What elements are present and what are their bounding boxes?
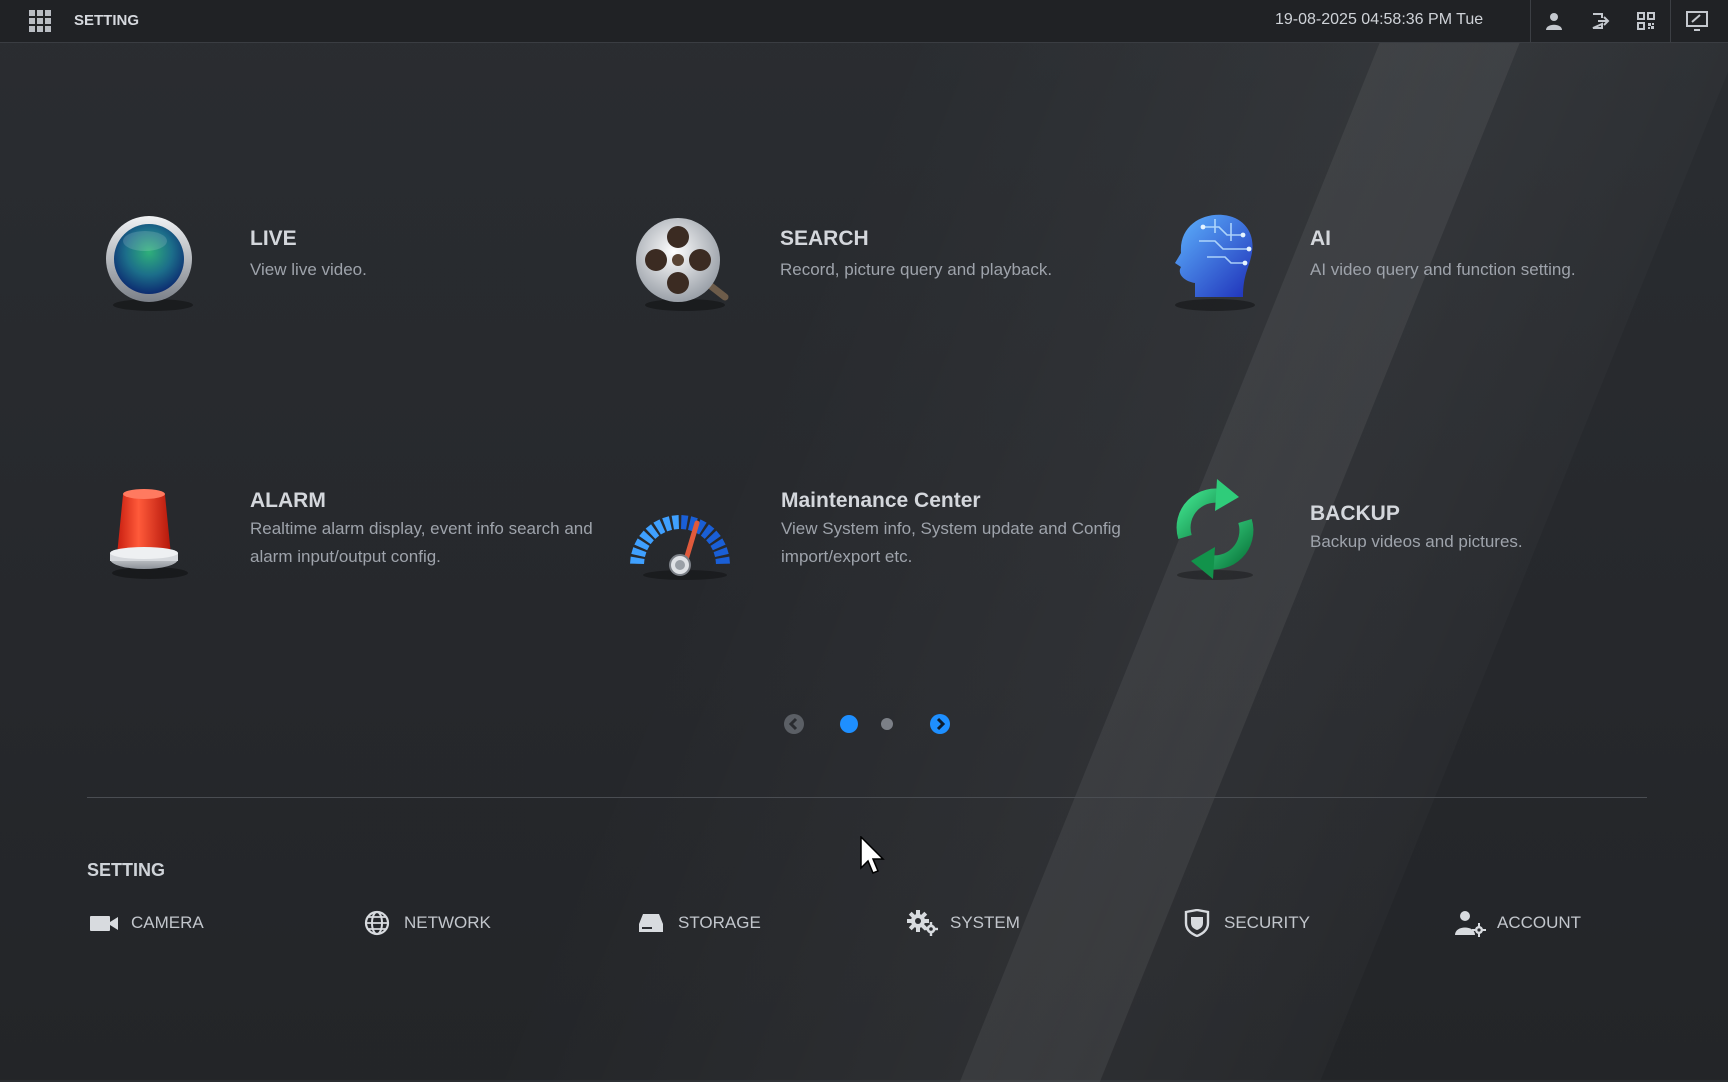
setting-label: ACCOUNT (1497, 913, 1582, 932)
user-button[interactable] (1531, 0, 1577, 42)
setting-label: STORAGE (678, 913, 761, 932)
user-icon (1546, 13, 1562, 30)
tile-description: AI video query and function setting. (1310, 260, 1576, 279)
page-dot-1-active[interactable] (840, 715, 858, 733)
mouse-cursor (860, 835, 886, 881)
gauge-tick (715, 556, 730, 564)
tile-title: SEARCH (780, 227, 869, 250)
main-menu-grid-icon[interactable] (28, 9, 52, 33)
tile-alarm[interactable]: ALARM Realtime alarm display, event info… (105, 475, 625, 605)
security-shield-icon (1180, 908, 1214, 938)
qr-code-button[interactable] (1623, 0, 1669, 42)
tile-title: BACKUP (1310, 502, 1400, 525)
backup-sync-icon (1165, 475, 1275, 585)
tile-title: Maintenance Center (781, 489, 981, 512)
speedometer-gauge-icon (625, 475, 735, 585)
tile-live[interactable]: LIVE View live video. (105, 205, 625, 335)
tile-title: ALARM (250, 489, 326, 512)
setting-label: NETWORK (404, 913, 491, 932)
setting-section-title: SETTING (87, 860, 166, 880)
logout-icon (1592, 13, 1610, 29)
account-user-gear-icon (1453, 908, 1487, 938)
setting-security[interactable]: SECURITY (1180, 906, 1310, 940)
tile-ai[interactable]: AI AI video query and function setting. (1165, 205, 1685, 335)
alarm-siren-icon (105, 475, 215, 585)
tile-title: LIVE (250, 227, 297, 250)
network-globe-icon (360, 908, 394, 938)
setting-camera[interactable]: CAMERA (87, 906, 204, 940)
logout-button[interactable] (1577, 0, 1623, 42)
next-page-button[interactable] (930, 714, 950, 734)
setting-label: CAMERA (131, 913, 204, 932)
tile-description: Realtime alarm display, event info searc… (250, 519, 593, 566)
tile-search[interactable]: SEARCH Record, picture query and playbac… (635, 205, 1155, 335)
tile-title: AI (1310, 227, 1331, 250)
page-title: SETTING (74, 12, 140, 29)
camera-icon (87, 908, 121, 938)
live-globe-icon (105, 205, 215, 315)
chevron-left-icon (788, 717, 798, 731)
tile-description: Record, picture query and playback. (780, 260, 1053, 279)
tile-description: View live video. (250, 260, 367, 279)
tile-maintenance-center[interactable]: Maintenance Center View System info, Sys… (625, 475, 1145, 605)
tile-description: View System info, System update and Conf… (781, 519, 1121, 566)
display-mode-button[interactable] (1674, 0, 1720, 42)
gauge-tick (681, 515, 689, 530)
page-indicator (780, 712, 960, 736)
top-bar: SETTING 19-08-2025 04:58:36 PM Tue (0, 0, 1728, 43)
gauge-tick (630, 556, 645, 564)
setting-account[interactable]: ACCOUNT (1453, 906, 1581, 940)
qr-code-icon (1637, 12, 1655, 30)
film-reel-search-icon (635, 205, 745, 315)
tile-description: Backup videos and pictures. (1310, 532, 1523, 551)
setting-system[interactable]: SYSTEM (906, 906, 1020, 940)
toolbar-separator (1670, 0, 1671, 42)
page-dot-2[interactable] (881, 718, 893, 730)
setting-storage[interactable]: STORAGE (634, 906, 761, 940)
gears-icon (906, 908, 940, 938)
tile-backup[interactable]: BACKUP Backup videos and pictures. (1165, 475, 1685, 605)
section-divider (87, 797, 1647, 798)
system-datetime: 19-08-2025 04:58:36 PM Tue (1275, 11, 1484, 28)
monitor-icon (1686, 11, 1708, 31)
storage-drive-icon (634, 908, 668, 938)
ai-brain-head-icon (1165, 205, 1275, 315)
gauge-tick (671, 515, 679, 530)
previous-page-button[interactable] (784, 714, 804, 734)
setting-label: SYSTEM (950, 913, 1020, 932)
chevron-right-icon (936, 717, 946, 731)
setting-network[interactable]: NETWORK (360, 906, 491, 940)
setting-label: SECURITY (1224, 913, 1310, 932)
